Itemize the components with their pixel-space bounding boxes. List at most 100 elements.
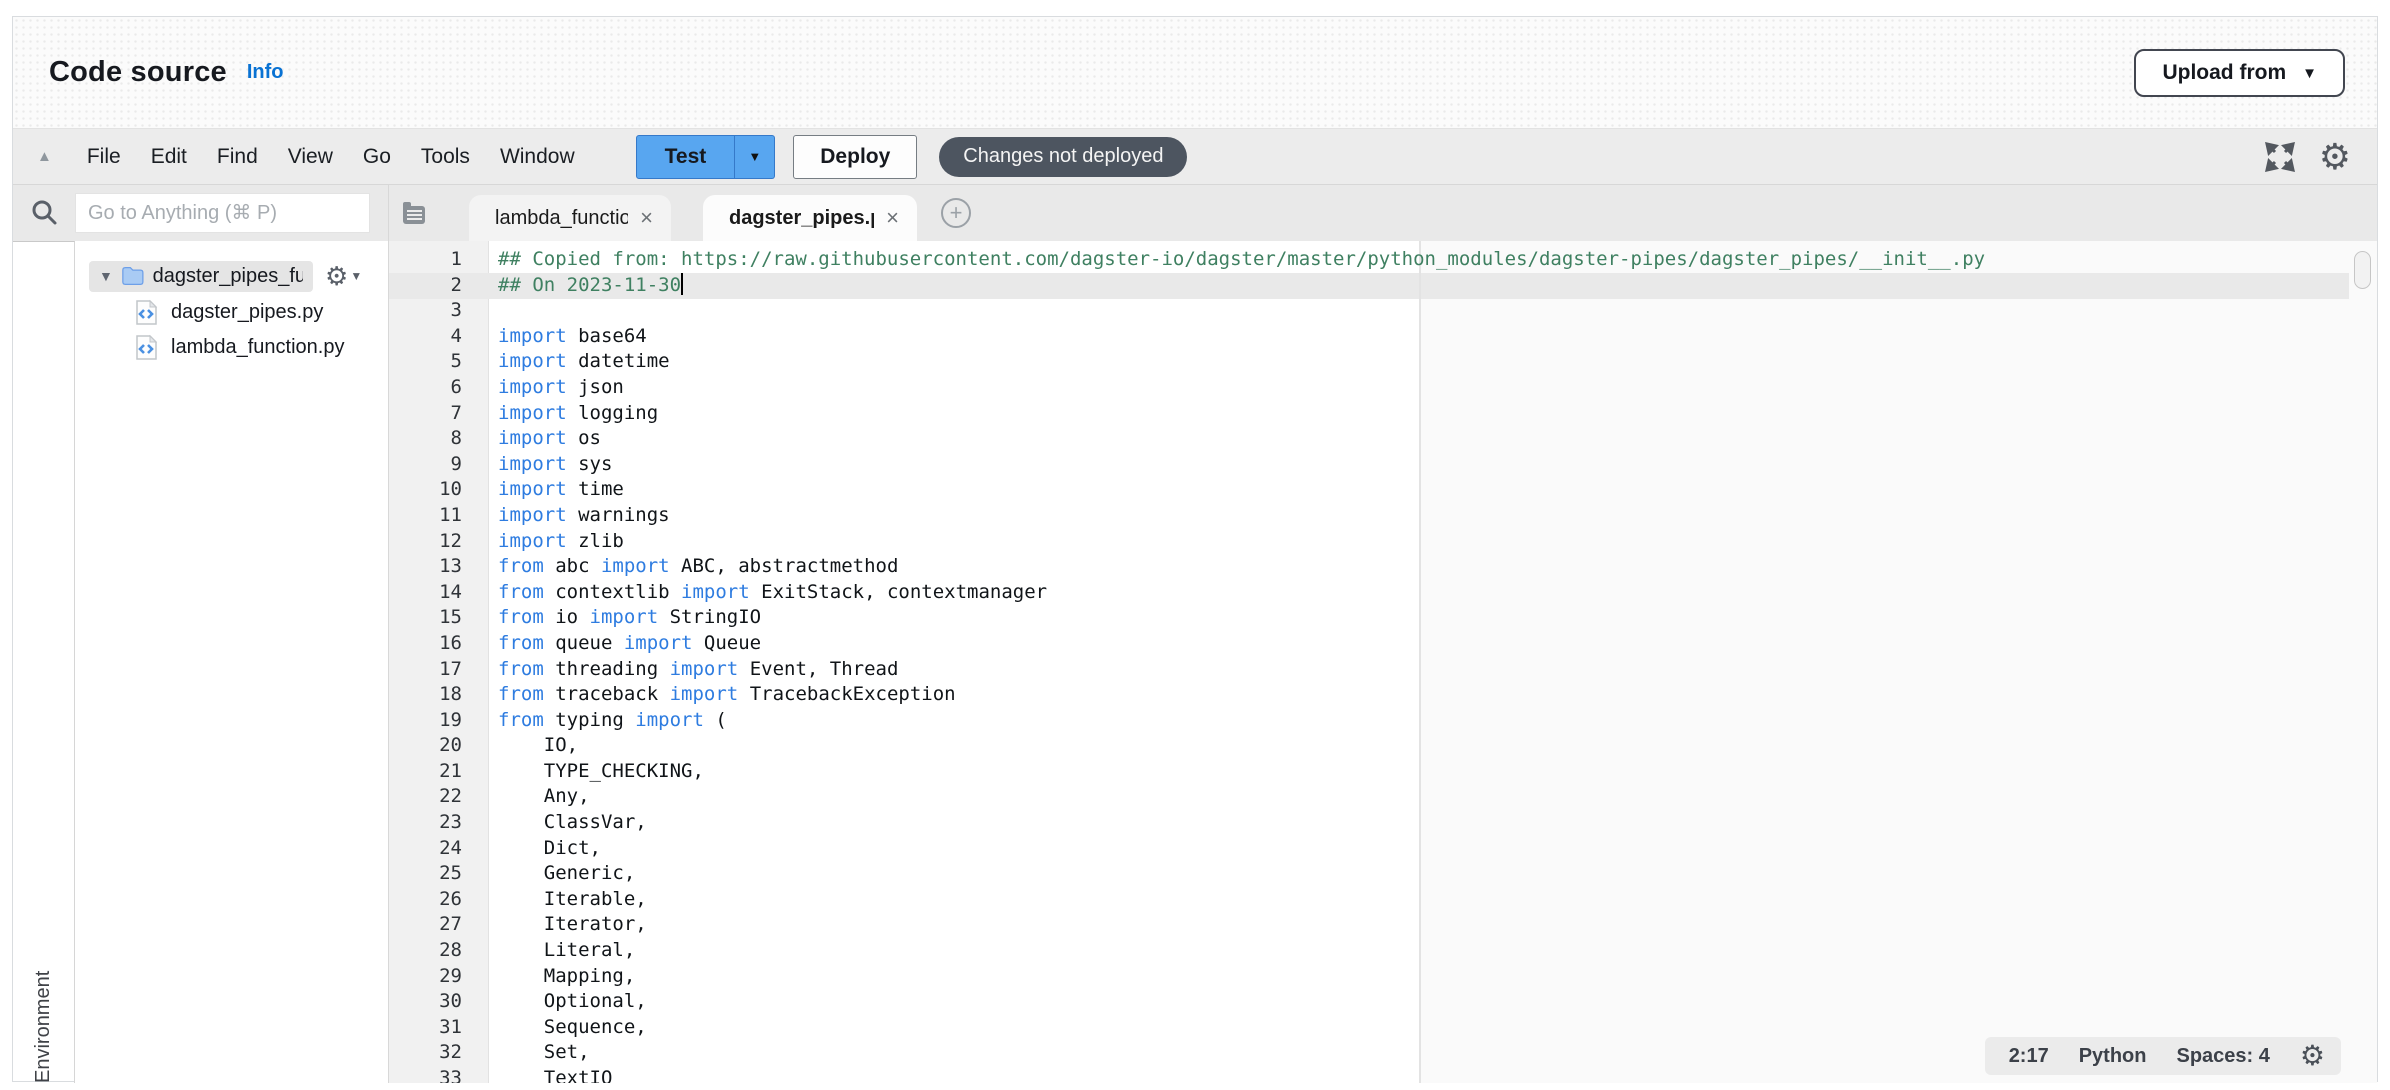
code-line[interactable]: 3 xyxy=(389,298,2377,324)
deploy-status-badge: Changes not deployed xyxy=(939,137,1187,177)
file-name: lambda_function.py xyxy=(171,336,344,359)
line-number: 13 xyxy=(389,554,489,580)
code-line[interactable]: 24 Dict, xyxy=(389,836,2377,862)
test-dropdown-button[interactable]: ▼ xyxy=(735,135,775,179)
line-number: 19 xyxy=(389,708,489,734)
line-number: 14 xyxy=(389,580,489,606)
status-settings-gear-icon[interactable]: ⚙ xyxy=(2300,1042,2325,1070)
line-number: 2 xyxy=(389,273,489,299)
chevron-down-icon: ▼ xyxy=(2302,65,2317,82)
tree-settings-caret-icon[interactable]: ▼ xyxy=(350,269,362,283)
line-number: 28 xyxy=(389,938,489,964)
code-line[interactable]: 28 Literal, xyxy=(389,938,2377,964)
code-line[interactable]: 1## Copied from: https://raw.githubuserc… xyxy=(389,247,2377,273)
line-number: 31 xyxy=(389,1015,489,1041)
tab-dagster-pipes[interactable]: dagster_pipes.py × xyxy=(703,195,917,241)
language-mode[interactable]: Python xyxy=(2079,1045,2147,1068)
code-line[interactable]: 27 Iterator, xyxy=(389,912,2377,938)
code-line[interactable]: 2## On 2023-11-30 xyxy=(389,273,2377,299)
go-to-anything-input[interactable] xyxy=(75,193,370,233)
line-number: 25 xyxy=(389,861,489,887)
code-editor[interactable]: 1## Copied from: https://raw.githubuserc… xyxy=(389,241,2377,1083)
code-line[interactable]: 22 Any, xyxy=(389,784,2377,810)
tab-close-icon[interactable]: × xyxy=(886,205,899,231)
environment-tab[interactable]: Environment xyxy=(32,256,55,1083)
line-number: 8 xyxy=(389,426,489,452)
tree-file-row[interactable]: dagster_pipes.py xyxy=(75,295,388,330)
code-line[interactable]: 17from threading import Event, Thread xyxy=(389,657,2377,683)
deploy-button[interactable]: Deploy xyxy=(793,135,917,179)
file-name: dagster_pipes.py xyxy=(171,301,323,324)
line-number: 33 xyxy=(389,1066,489,1083)
code-line[interactable]: 29 Mapping, xyxy=(389,964,2377,990)
code-line[interactable]: 19from typing import ( xyxy=(389,708,2377,734)
menu-edit[interactable]: Edit xyxy=(151,145,187,169)
fullscreen-icon[interactable] xyxy=(2265,142,2295,172)
code-line[interactable]: 11import warnings xyxy=(389,503,2377,529)
code-line[interactable]: 9import sys xyxy=(389,452,2377,478)
line-number: 32 xyxy=(389,1040,489,1066)
code-line[interactable]: 16from queue import Queue xyxy=(389,631,2377,657)
menu-view[interactable]: View xyxy=(288,145,333,169)
code-line[interactable]: 10import time xyxy=(389,477,2377,503)
menubar: ▲ File Edit Find View Go Tools Window Te… xyxy=(13,129,2377,185)
info-link[interactable]: Info xyxy=(247,61,284,84)
code-line[interactable]: 26 Iterable, xyxy=(389,887,2377,913)
code-line[interactable]: 8import os xyxy=(389,426,2377,452)
code-line[interactable]: 13from abc import ABC, abstractmethod xyxy=(389,554,2377,580)
code-line[interactable]: 20 IO, xyxy=(389,733,2377,759)
line-number: 23 xyxy=(389,810,489,836)
file-tree: ▼ dagster_pipes_funct ⚙ ▼ dagster_p xyxy=(75,241,388,1083)
cursor-position[interactable]: 2:17 xyxy=(2009,1045,2049,1068)
menu-file[interactable]: File xyxy=(87,145,121,169)
page-title: Code source xyxy=(49,56,227,89)
content: Environment ▼ dagster_pipes_funct ⚙ ▼ xyxy=(13,185,2377,1083)
line-number: 7 xyxy=(389,401,489,427)
tab-lambda-function[interactable]: lambda_function. × xyxy=(469,195,671,241)
line-number: 1 xyxy=(389,247,489,273)
line-number: 9 xyxy=(389,452,489,478)
menu-find[interactable]: Find xyxy=(217,145,258,169)
line-number: 16 xyxy=(389,631,489,657)
code-line[interactable]: 15from io import StringIO xyxy=(389,605,2377,631)
sidebar-body: Environment ▼ dagster_pipes_funct ⚙ ▼ xyxy=(13,241,388,1083)
editor: lambda_function. × dagster_pipes.py × + … xyxy=(389,185,2377,1083)
line-number: 4 xyxy=(389,324,489,350)
collapse-panel-icon[interactable]: ▲ xyxy=(37,148,52,165)
line-number: 17 xyxy=(389,657,489,683)
code-line[interactable]: 21 TYPE_CHECKING, xyxy=(389,759,2377,785)
upload-from-button[interactable]: Upload from ▼ xyxy=(2134,49,2345,97)
tree-file-row[interactable]: lambda_function.py xyxy=(75,330,388,365)
menu-window[interactable]: Window xyxy=(500,145,575,169)
code-line[interactable]: 18from traceback import TracebackExcepti… xyxy=(389,682,2377,708)
vertical-scrollbar-thumb[interactable] xyxy=(2354,251,2371,289)
tree-settings-gear-icon[interactable]: ⚙ xyxy=(325,263,348,289)
code-line[interactable]: 12import zlib xyxy=(389,529,2377,555)
code-line[interactable]: 25 Generic, xyxy=(389,861,2377,887)
test-button[interactable]: Test xyxy=(636,135,736,179)
code-line[interactable]: 7import logging xyxy=(389,401,2377,427)
line-number: 15 xyxy=(389,605,489,631)
code-lines: 1## Copied from: https://raw.githubuserc… xyxy=(389,247,2377,1083)
code-source-panel: Code source Info Upload from ▼ ▲ File Ed… xyxy=(12,16,2378,1082)
menubar-right: ⚙ xyxy=(2265,139,2351,175)
new-tab-button[interactable]: + xyxy=(941,198,971,228)
editor-settings-gear-icon[interactable]: ⚙ xyxy=(2319,139,2351,175)
tree-folder-row[interactable]: ▼ dagster_pipes_funct ⚙ ▼ xyxy=(75,257,388,295)
tab-close-icon[interactable]: × xyxy=(640,205,653,231)
code-line[interactable]: 23 ClassVar, xyxy=(389,810,2377,836)
code-line[interactable]: 5import datetime xyxy=(389,349,2377,375)
menu-go[interactable]: Go xyxy=(363,145,391,169)
code-line[interactable]: 6import json xyxy=(389,375,2377,401)
folder-expand-icon[interactable]: ▼ xyxy=(99,268,113,284)
line-number: 27 xyxy=(389,912,489,938)
code-line[interactable]: 14from contextlib import ExitStack, cont… xyxy=(389,580,2377,606)
tab-list-icon[interactable] xyxy=(401,200,429,226)
code-line[interactable]: 30 Optional, xyxy=(389,989,2377,1015)
editor-status-bar: 2:17 Python Spaces: 4 ⚙ xyxy=(1985,1037,2341,1075)
menu-tools[interactable]: Tools xyxy=(421,145,470,169)
tab-label: dagster_pipes.py xyxy=(729,207,874,230)
code-line[interactable]: 4import base64 xyxy=(389,324,2377,350)
line-number: 21 xyxy=(389,759,489,785)
indentation-setting[interactable]: Spaces: 4 xyxy=(2177,1045,2270,1068)
